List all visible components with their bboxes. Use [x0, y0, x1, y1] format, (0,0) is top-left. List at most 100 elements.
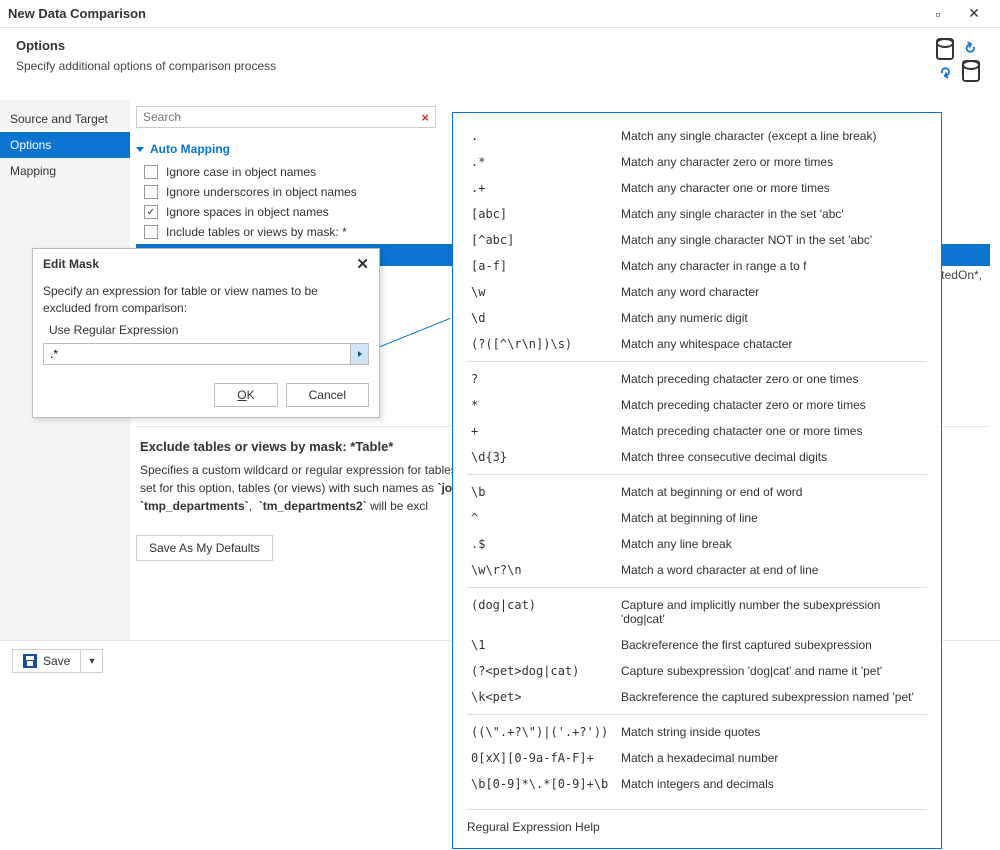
regex-description: Match any whitespace chatacter — [617, 331, 927, 362]
regex-pattern-row[interactable]: \k<pet>Backreference the captured subexp… — [467, 684, 927, 715]
regex-pattern-row[interactable]: ^Match at beginning of line — [467, 505, 927, 531]
sidebar-item-source-and-target[interactable]: Source and Target — [0, 106, 130, 132]
option-checkbox[interactable] — [144, 185, 158, 199]
regex-description: Capture and implicitly number the subexp… — [617, 588, 927, 633]
regex-pattern-row[interactable]: (?<pet>dog|cat)Capture subexpression 'do… — [467, 658, 927, 684]
regex-pattern: . — [467, 123, 617, 149]
regex-help-link[interactable]: Regural Expression Help — [467, 809, 927, 834]
regex-pattern: \1 — [467, 632, 617, 658]
regex-pattern: [a-f] — [467, 253, 617, 279]
regex-description: Match any character one or more times — [617, 175, 927, 201]
regex-pattern: (?<pet>dog|cat) — [467, 658, 617, 684]
dialog-close-button[interactable]: ✕ — [356, 255, 369, 273]
edit-mask-dialog: Edit Mask ✕ Specify an expression for ta… — [32, 248, 380, 418]
regex-pattern-row[interactable]: ((\".+?\")|('.+?'))Match string inside q… — [467, 715, 927, 746]
search-box[interactable]: × — [136, 106, 436, 128]
search-input[interactable] — [143, 110, 421, 124]
regex-pattern-row[interactable]: 0[xX][0-9a-fA-F]+ Match a hexadecimal nu… — [467, 745, 927, 771]
option-checkbox[interactable] — [144, 165, 158, 179]
regex-pattern: ((\".+?\")|('.+?')) — [467, 715, 617, 746]
regex-pattern-row[interactable]: .*Match any character zero or more times — [467, 149, 927, 175]
regex-helper-dropdown-button[interactable] — [350, 344, 368, 364]
regex-description: Match preceding chatacter zero or more t… — [617, 392, 927, 418]
option-label: Ignore spaces in object names — [166, 205, 329, 219]
dropdown-arrow-icon — [358, 351, 362, 357]
regex-pattern: \b — [467, 475, 617, 506]
regex-pattern-row[interactable]: (?([^\r\n])\s)Match any whitespace chata… — [467, 331, 927, 362]
header-desc: Specify additional options of comparison… — [16, 59, 936, 73]
regex-help-flyout: .Match any single character (except a li… — [452, 112, 942, 849]
regex-description: Match at beginning of line — [617, 505, 927, 531]
regex-pattern: \d — [467, 305, 617, 331]
save-split-button[interactable]: Save ▾ — [12, 649, 103, 673]
regex-pattern-row[interactable]: .$Match any line break — [467, 531, 927, 557]
close-button[interactable]: ✕ — [956, 5, 992, 22]
mask-expression-input[interactable] — [44, 344, 350, 364]
regex-pattern-row[interactable]: .Match any single character (except a li… — [467, 123, 927, 149]
regex-patterns-table: .Match any single character (except a li… — [467, 123, 927, 797]
regex-pattern-row[interactable]: \b[0-9]*\.*[0-9]+\bMatch integers and de… — [467, 771, 927, 797]
regex-description: Backreference the first captured subexpr… — [617, 632, 927, 658]
regex-description: Match three consecutive decimal digits — [617, 444, 927, 475]
regex-pattern-row[interactable]: [^abc]Match any single character NOT in … — [467, 227, 927, 253]
regex-pattern-row[interactable]: ?Match preceding chatacter zero or one t… — [467, 362, 927, 393]
maximize-button[interactable]: ▫ — [920, 6, 956, 22]
regex-pattern-row[interactable]: \d{3}Match three consecutive decimal dig… — [467, 444, 927, 475]
sidebar-item-options[interactable]: Options — [0, 132, 130, 158]
option-checkbox[interactable] — [144, 225, 158, 239]
regex-pattern-row[interactable]: \bMatch at beginning or end of word — [467, 475, 927, 506]
save-as-defaults-button[interactable]: Save As My Defaults — [136, 535, 273, 561]
option-checkbox[interactable] — [144, 205, 158, 219]
regex-pattern-row[interactable]: [a-f]Match any character in range a to f — [467, 253, 927, 279]
regex-pattern: ? — [467, 362, 617, 393]
regex-description: Match a word character at end of line — [617, 557, 927, 588]
regex-pattern-row[interactable]: (dog|cat)Capture and implicitly number t… — [467, 588, 927, 633]
dialog-title: Edit Mask — [43, 257, 99, 271]
regex-pattern: [^abc] — [467, 227, 617, 253]
regex-pattern-row[interactable]: [abc]Match any single character in the s… — [467, 201, 927, 227]
regex-description: Match string inside quotes — [617, 715, 927, 746]
regex-pattern: .+ — [467, 175, 617, 201]
sidebar-item-mapping[interactable]: Mapping — [0, 158, 130, 184]
regex-pattern-row[interactable]: \wMatch any word character — [467, 279, 927, 305]
regex-pattern: (dog|cat) — [467, 588, 617, 633]
cancel-button[interactable]: Cancel — [286, 383, 369, 407]
save-label: Save — [43, 654, 70, 668]
regex-description: Match at beginning or end of word — [617, 475, 927, 506]
regex-pattern-row[interactable]: +Match preceding chatacter one or more t… — [467, 418, 927, 444]
regex-pattern: ^ — [467, 505, 617, 531]
regex-pattern-row[interactable]: .+Match any character one or more times — [467, 175, 927, 201]
page-header: Options Specify additional options of co… — [0, 28, 1000, 100]
clear-search-icon[interactable]: × — [421, 110, 429, 125]
regex-description: Match any single character in the set 'a… — [617, 201, 927, 227]
option-label: Include tables or views by mask: * — [166, 225, 347, 239]
regex-description: Match any word character — [617, 279, 927, 305]
regex-description: Match preceding chatacter zero or one ti… — [617, 362, 927, 393]
regex-pattern-row[interactable]: *Match preceding chatacter zero or more … — [467, 392, 927, 418]
save-button-main[interactable]: Save — [13, 650, 81, 672]
regex-description: Capture subexpression 'dog|cat' and name… — [617, 658, 927, 684]
ok-button[interactable]: OK — [214, 383, 277, 407]
regex-pattern-row[interactable]: \dMatch any numeric digit — [467, 305, 927, 331]
regex-description: Match a hexadecimal number — [617, 745, 927, 771]
regex-description: Backreference the captured subexpression… — [617, 684, 927, 715]
regex-pattern: 0[xX][0-9a-fA-F]+ — [467, 745, 617, 771]
regex-description: Match any single character NOT in the se… — [617, 227, 927, 253]
regex-pattern: + — [467, 418, 617, 444]
titlebar: New Data Comparison ▫ ✕ — [0, 0, 1000, 28]
regex-pattern: \w\r?\n — [467, 557, 617, 588]
compare-databases-icon: ↻ ↻ — [936, 38, 984, 86]
regex-description: Match any character in range a to f — [617, 253, 927, 279]
regex-description: Match any single character (except a lin… — [617, 123, 927, 149]
save-dropdown-arrow[interactable]: ▾ — [81, 652, 102, 671]
chevron-down-icon — [136, 147, 144, 152]
use-regex-label: Use Regular Expression — [49, 323, 178, 337]
regex-pattern: \k<pet> — [467, 684, 617, 715]
regex-pattern: \d{3} — [467, 444, 617, 475]
regex-pattern: (?([^\r\n])\s) — [467, 331, 617, 362]
regex-pattern-row[interactable]: \1Backreference the first captured subex… — [467, 632, 927, 658]
disk-icon — [23, 654, 37, 668]
regex-pattern-row[interactable]: \w\r?\nMatch a word character at end of … — [467, 557, 927, 588]
regex-pattern: .* — [467, 149, 617, 175]
regex-pattern: .$ — [467, 531, 617, 557]
